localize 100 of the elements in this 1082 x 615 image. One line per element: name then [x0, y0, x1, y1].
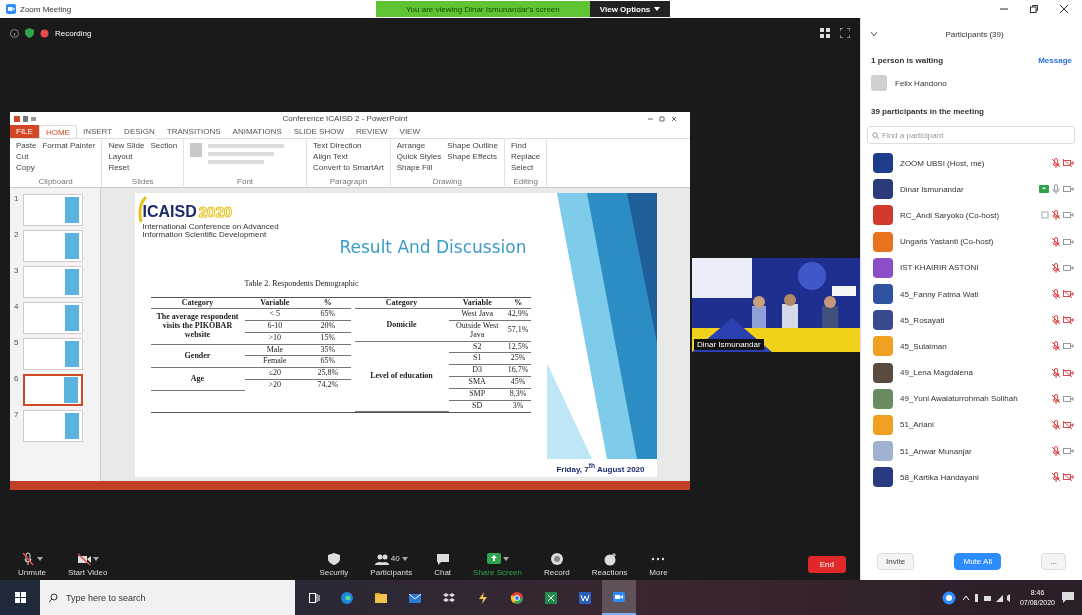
slide-thumbnail[interactable] — [23, 410, 83, 442]
muted-microphone-icon[interactable] — [1052, 289, 1060, 300]
participant-row[interactable]: 45_Sulaiman — [861, 333, 1082, 360]
ribbon-tab[interactable]: HOME — [38, 125, 77, 138]
muted-microphone-icon[interactable] — [1052, 315, 1060, 326]
ribbon-button[interactable]: Reset — [108, 163, 145, 173]
participant-row[interactable]: 45_Rosayati — [861, 307, 1082, 334]
help-icon[interactable] — [941, 590, 956, 605]
toolbar-button[interactable]: 40 Participants — [370, 551, 413, 577]
ribbon-button[interactable]: Convert to SmartArt — [313, 163, 384, 173]
info-icon[interactable] — [10, 28, 19, 38]
slide-thumbnail[interactable] — [23, 374, 83, 406]
participant-row[interactable]: 51_Ariani — [861, 411, 1082, 439]
toolbar-button[interactable]: Chat — [434, 551, 452, 577]
participant-row[interactable]: 49_Lena Magdalena — [861, 359, 1082, 386]
video-camera-icon[interactable] — [1063, 263, 1074, 272]
muted-microphone-icon[interactable] — [1052, 236, 1060, 247]
ribbon-button[interactable]: Copy — [16, 163, 37, 173]
ribbon-button[interactable]: Shape Effects — [447, 152, 498, 162]
task-view-icon[interactable] — [309, 592, 320, 603]
video-off-icon[interactable] — [1063, 420, 1074, 429]
video-off-icon[interactable] — [1063, 316, 1074, 325]
windows-start-icon[interactable] — [14, 592, 26, 603]
toolbar-button[interactable]: Unmute — [18, 551, 46, 577]
slide-thumbnail[interactable] — [23, 338, 83, 370]
search-field[interactable]: Type here to search — [40, 580, 295, 615]
ribbon-button[interactable]: Replace — [510, 152, 541, 162]
participant-row[interactable]: Dinar Ismunandar — [861, 176, 1082, 203]
ribbon-button[interactable]: Shape Fill — [396, 163, 442, 173]
taskbar-app[interactable] — [602, 580, 636, 615]
more-button[interactable]: ... — [1041, 552, 1066, 570]
ribbon-button[interactable]: Layout — [108, 152, 145, 162]
ribbon-button[interactable]: Text Direction — [313, 141, 384, 151]
muted-microphone-icon[interactable] — [1052, 393, 1060, 404]
video-off-icon[interactable] — [1063, 368, 1074, 377]
video-camera-icon[interactable] — [1063, 211, 1074, 220]
participant-row[interactable]: ZOOM UBSI (Host, me) — [861, 150, 1082, 177]
video-off-icon[interactable] — [1063, 290, 1074, 299]
ribbon-button[interactable]: Paste — [16, 141, 37, 151]
ribbon-button[interactable]: Find — [510, 141, 541, 151]
search-field[interactable]: Find a participant — [867, 126, 1075, 144]
ribbon-button[interactable]: Quick Styles — [396, 152, 442, 162]
invite-button[interactable]: Invite — [877, 552, 915, 570]
participant-row[interactable]: IST KHAIRIR ASTONI — [861, 254, 1082, 281]
ribbon-button[interactable]: Arrange — [396, 141, 442, 151]
gallery-view-icon[interactable] — [820, 28, 830, 38]
video-off-icon[interactable] — [1063, 473, 1074, 482]
toolbar-button[interactable]: Start Video — [68, 551, 108, 577]
end-button[interactable]: End — [807, 555, 846, 573]
participant-row[interactable]: 45_Fanny Fatma Wati — [861, 280, 1082, 308]
ribbon-button[interactable]: Section — [150, 141, 178, 151]
ribbon-button[interactable]: Format Painter — [42, 141, 96, 151]
ribbon-tab[interactable]: FILE — [10, 125, 39, 138]
slide-thumbnail[interactable] — [23, 194, 83, 226]
muted-microphone-icon[interactable] — [1052, 472, 1060, 483]
muted-microphone-icon[interactable] — [1052, 341, 1060, 352]
slide-thumbnail[interactable] — [23, 230, 83, 262]
muted-microphone-icon[interactable] — [1052, 367, 1060, 378]
muted-microphone-icon[interactable] — [1052, 262, 1060, 273]
video-camera-icon[interactable] — [1063, 185, 1074, 194]
toolbar-button[interactable]: Reactions — [591, 551, 628, 577]
slide-thumbnail[interactable] — [23, 302, 83, 334]
notification-icon[interactable] — [1062, 592, 1074, 603]
video-camera-icon[interactable] — [1063, 342, 1074, 351]
shield-icon[interactable] — [25, 28, 34, 38]
muted-microphone-icon[interactable] — [1052, 419, 1060, 430]
caret-icon[interactable] — [401, 556, 408, 561]
minimize-icon[interactable] — [1000, 5, 1008, 13]
fullscreen-icon[interactable] — [840, 28, 850, 38]
video-off-icon[interactable] — [1063, 159, 1074, 168]
muted-microphone-icon[interactable] — [1052, 210, 1060, 221]
caret-icon[interactable] — [654, 7, 661, 11]
muted-microphone-icon[interactable] — [1052, 446, 1060, 457]
video-camera-icon[interactable] — [1063, 447, 1074, 456]
collapse-icon[interactable] — [871, 32, 877, 36]
muted-microphone-icon[interactable] — [1052, 158, 1060, 169]
toolbar-button[interactable]: Record — [544, 551, 570, 577]
participant-row[interactable]: RC_Andi Saryoko (Co-host) — [861, 202, 1082, 229]
participant-row[interactable]: 58_Kartika Handayani — [861, 464, 1082, 491]
toolbar-button[interactable]: Share Screen — [473, 551, 522, 577]
toolbar-button[interactable]: More — [649, 551, 668, 577]
ribbon-button[interactable]: Select — [510, 163, 541, 173]
microphone-icon[interactable] — [1052, 184, 1060, 195]
video-camera-icon[interactable] — [1063, 394, 1074, 403]
view-options-button[interactable]: View Options — [589, 1, 671, 17]
participant-row[interactable]: Ungaris Yastanti (Co-host) — [861, 228, 1082, 255]
ribbon-button[interactable]: Cut — [16, 152, 37, 162]
toolbar-button[interactable]: Security — [319, 551, 349, 577]
caret-icon[interactable] — [502, 556, 509, 561]
caret-icon[interactable] — [92, 556, 99, 561]
caret-icon[interactable] — [37, 556, 43, 561]
participant-row[interactable]: 49_Yuni Awalaturrohmah Solihah — [861, 385, 1082, 412]
ribbon-button[interactable]: Align Text — [313, 152, 384, 162]
restore-icon[interactable] — [1030, 5, 1038, 13]
ribbon-button[interactable]: New Slide — [108, 141, 145, 151]
tray-icons-drawing[interactable] — [962, 592, 1013, 603]
ribbon-button[interactable]: Shape Outline — [447, 141, 498, 151]
close-icon[interactable] — [1060, 5, 1068, 13]
participant-row[interactable]: 51_Anwar Munanjar — [861, 438, 1082, 465]
video-camera-icon[interactable] — [1063, 237, 1074, 246]
